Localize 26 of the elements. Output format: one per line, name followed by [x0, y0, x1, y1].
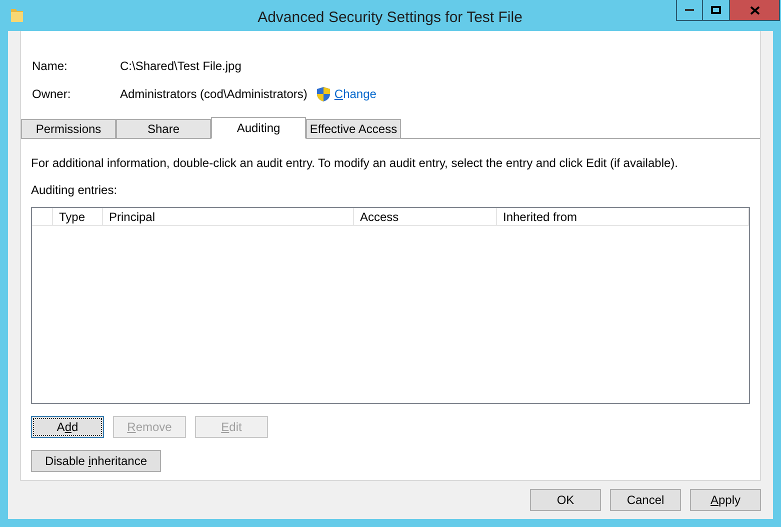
close-button[interactable]: [730, 0, 780, 21]
close-icon: [750, 6, 760, 14]
entry-button[interactable]: Add: [31, 416, 104, 438]
tab[interactable]: Permissions: [21, 119, 116, 139]
column-header[interactable]: Access: [354, 208, 497, 225]
column-header[interactable]: Principal: [103, 208, 354, 225]
field-label: Name:: [32, 58, 68, 74]
tab[interactable]: Effective Access: [306, 119, 401, 139]
tab[interactable]: Share: [116, 119, 211, 139]
dialog-button[interactable]: Cancel: [610, 489, 681, 511]
tab[interactable]: Auditing: [211, 117, 306, 139]
field-value: C:\Shared\Test File.jpg: [120, 58, 242, 74]
dialog-button[interactable]: OK: [530, 489, 601, 511]
column-header[interactable]: Type: [53, 208, 103, 225]
column-header[interactable]: Inherited from: [497, 208, 749, 225]
change-link[interactable]: Change: [334, 84, 376, 102]
info-text: For additional information, double-click an audit entry. To modify an audit entry, select the entry and click Edit (if available).: [31, 155, 679, 172]
minimize-button[interactable]: [676, 0, 703, 21]
dialog-button[interactable]: Apply: [690, 489, 761, 511]
folder-icon: [10, 7, 24, 23]
window-title: Advanced Security Settings for Test File: [258, 8, 522, 28]
shield-icon: [316, 86, 332, 102]
field-value: Administrators (cod\Administrators): [120, 86, 308, 102]
disable-inheritance-button[interactable]: Disable inheritance: [31, 450, 161, 472]
field-label: Owner:: [32, 86, 72, 102]
table-label: Auditing entries:: [31, 182, 118, 199]
